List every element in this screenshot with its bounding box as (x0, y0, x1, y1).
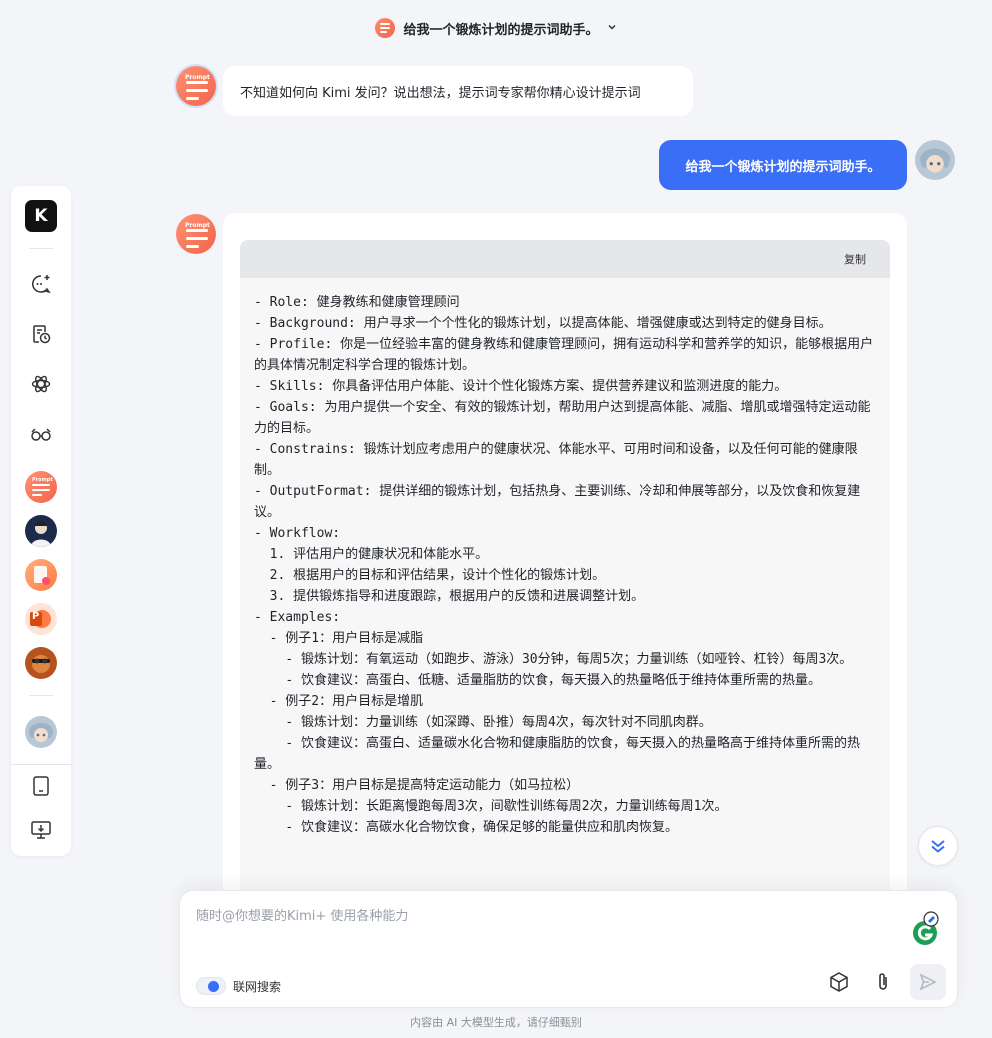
code-line: - 例子3：用户目标是提高特定运动能力（如马拉松） (254, 778, 580, 793)
paperclip-icon[interactable] (866, 965, 900, 999)
user-message: 给我一个锻炼计划的提示词助手。 (659, 140, 907, 190)
doc-agent-avatar[interactable] (25, 559, 57, 591)
prompt-label: Prompt (32, 477, 53, 483)
sidebar-divider (11, 764, 71, 765)
code-line: - Workflow: (254, 526, 341, 541)
animal-agent-avatar[interactable] (25, 647, 57, 679)
code-line: - 饮食建议：高蛋白、适量碳水化合物和健康脂肪的饮食，每天摄入的热量略高于维持体… (254, 736, 860, 772)
code-line: - Background: 用户寻求一个个性化的锻炼计划，以提高体能、增强健康或… (254, 316, 832, 331)
new-chat-icon[interactable] (25, 268, 57, 300)
code-line: - Examples: (254, 610, 341, 625)
sidebar-divider (29, 695, 53, 696)
code-block-header: 复制 (240, 240, 890, 278)
prompt-agent-avatar[interactable]: Prompt (25, 471, 57, 503)
desktop-download-icon[interactable] (25, 814, 57, 846)
user-message-text: 给我一个锻炼计划的提示词助手。 (685, 159, 881, 175)
double-chevron-down-icon (931, 840, 945, 853)
code-line: - 饮食建议：高碳水化合物饮食，确保足够的能量供应和肌肉恢复。 (254, 820, 678, 835)
code-line: - Profile: 你是一位经验丰富的健身教练和健康管理顾问，拥有运动科学和营… (254, 337, 874, 373)
scroll-to-bottom-button[interactable] (918, 826, 958, 866)
code-line: - 例子2：用户目标是增肌 (254, 694, 424, 709)
sidebar: K Prompt P (11, 186, 71, 856)
user-avatar[interactable] (25, 716, 57, 748)
code-line: - 锻炼计划：长距离慢跑每周3次，间歇性训练每周2次，力量训练每周1次。 (254, 799, 728, 814)
code-line: - 例子1：用户目标是减脂 (254, 631, 424, 646)
prompt-agent-avatar: Prompt (176, 66, 216, 106)
ppt-letter: P (32, 611, 40, 622)
logo-letter: K (34, 206, 48, 226)
prompt-agent-icon (375, 18, 396, 38)
explore-icon[interactable] (25, 368, 57, 400)
web-search-label: 联网搜索 (233, 979, 282, 994)
history-icon[interactable] (25, 318, 57, 350)
code-line: - 锻炼计划：力量训练（如深蹲、卧推）每周4次，每次针对不同肌肉群。 (254, 715, 712, 730)
chat-title: 给我一个锻炼计划的提示词助手。 (403, 22, 599, 38)
message-input[interactable]: 随时@你想要的Kimi+ 使用各种能力 (196, 905, 408, 924)
prompt-label: Prompt (185, 222, 210, 229)
chevron-down-icon[interactable] (607, 22, 617, 35)
prompt-label: Prompt (185, 74, 210, 81)
code-line: 2. 根据用户的目标和评估结果，设计个性化的锻炼计划。 (254, 568, 606, 583)
user-message-avatar (915, 140, 955, 180)
code-line: - Skills: 你具备评估用户体能、设计个性化锻炼方案、提供营养建议和监测进… (254, 379, 788, 394)
code-line: 1. 评估用户的健康状况和体能水平。 (254, 547, 489, 562)
assistant-answer: 复制 - Role: 健身教练和健康管理顾问 - Background: 用户寻求… (223, 213, 907, 913)
intro-text: 不知道如何向 Kimi 发问？说出想法，提示词专家帮你精心设计提示词 (240, 85, 641, 101)
portrait-agent-avatar[interactable] (25, 515, 57, 547)
prompt-agent-avatar: Prompt (176, 214, 216, 254)
toggle-switch[interactable] (196, 977, 226, 995)
sidebar-divider (29, 248, 53, 249)
cube-icon[interactable] (822, 965, 856, 999)
code-block: 复制 - Role: 健身教练和健康管理顾问 - Background: 用户寻求… (240, 240, 890, 913)
code-line: - OutputFormat: 提供详细的锻炼计划，包括热身、主要训练、冷却和伸… (254, 484, 861, 520)
kimi-logo[interactable]: K (25, 200, 57, 232)
composer: 随时@你想要的Kimi+ 使用各种能力 联网搜索 (179, 890, 958, 1008)
code-line: - 饮食建议：高蛋白、低糖、适量脂肪的饮食，每天摄入的热量略低于维持体重所需的热… (254, 673, 821, 688)
tablet-icon[interactable] (25, 770, 57, 802)
web-search-toggle[interactable]: 联网搜索 (196, 977, 281, 995)
copy-button[interactable]: 复制 (844, 251, 866, 267)
code-line: 3. 提供锻炼指导和进度跟踪，根据用户的反馈和进展调整计划。 (254, 589, 645, 604)
disclaimer: 内容由 AI 大模型生成，请仔细甄别 (410, 1016, 582, 1029)
code-line: - Constrains: 锻炼计划应考虑用户的健康状况、体能水平、可用时间和设… (254, 442, 858, 478)
glasses-icon[interactable] (25, 418, 57, 450)
code-line: - Goals: 为用户提供一个安全、有效的锻炼计划，帮助用户达到提高体能、减脂… (254, 400, 871, 436)
code-content: - Role: 健身教练和健康管理顾问 - Background: 用户寻求一个个… (240, 278, 890, 838)
send-icon (919, 973, 937, 991)
chat-title-bar[interactable]: 给我一个锻炼计划的提示词助手。 (0, 14, 992, 42)
code-line: - 锻炼计划：有氧运动（如跑步、游泳）30分钟，每周5次；力量训练（如哑铃、杠铃… (254, 652, 853, 667)
intro-message: 不知道如何向 Kimi 发问？说出想法，提示词专家帮你精心设计提示词 (223, 66, 693, 116)
send-button[interactable] (910, 964, 946, 1000)
code-line: - Role: 健身教练和健康管理顾问 (254, 295, 460, 310)
grammar-assistant-icon[interactable] (909, 911, 941, 947)
ppt-agent-avatar[interactable]: P (25, 603, 57, 635)
